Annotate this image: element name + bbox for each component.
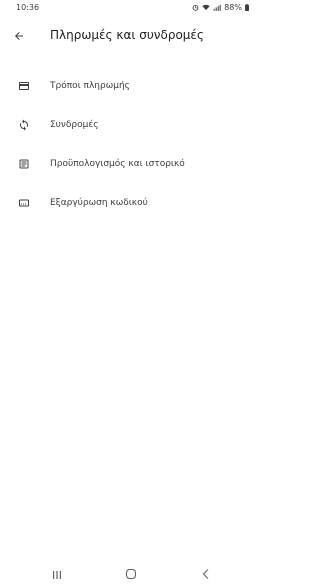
credit-card-icon	[17, 79, 31, 93]
page-title: Πληρωμές και συνδρομές	[50, 28, 204, 42]
menu-item-label: Προϋπολογισμός και ιστορικό	[50, 158, 185, 169]
system-back-button[interactable]	[198, 567, 214, 581]
code-card-icon	[17, 196, 31, 210]
home-icon	[125, 565, 137, 584]
menu-item-label: Εξαργύρωση κωδικού	[50, 197, 148, 208]
wifi-icon	[202, 4, 210, 11]
menu-item-label: Τρόποι πληρωμής	[50, 80, 130, 91]
menu-item-label: Συνδρομές	[50, 119, 99, 130]
recents-icon	[51, 565, 63, 584]
menu-item-subscriptions[interactable]: Συνδρομές	[0, 105, 264, 144]
payments-menu: Τρόποι πληρωμής Συνδρομές Προϋπολογισμός…	[0, 66, 264, 222]
back-button[interactable]	[10, 27, 28, 45]
system-nav-bar	[0, 560, 264, 588]
signal-icon	[213, 4, 221, 11]
battery-icon	[245, 4, 249, 11]
list-document-icon	[17, 157, 31, 171]
status-icons: 88%	[192, 3, 249, 12]
battery-level: 88%	[224, 3, 242, 12]
recents-button[interactable]	[49, 567, 65, 581]
arrow-left-icon	[13, 27, 25, 46]
menu-item-redeem-code[interactable]: Εξαργύρωση κωδικού	[0, 183, 264, 222]
sync-icon	[17, 118, 31, 132]
status-time: 10:36	[16, 3, 40, 12]
menu-item-budget-history[interactable]: Προϋπολογισμός και ιστορικό	[0, 144, 264, 183]
status-bar: 10:36 88%	[0, 0, 264, 16]
app-bar: Πληρωμές και συνδρομές	[0, 22, 264, 50]
back-chevron-icon	[201, 565, 211, 584]
menu-item-payment-methods[interactable]: Τρόποι πληρωμής	[0, 66, 264, 105]
home-button[interactable]	[123, 567, 139, 581]
alarm-icon	[192, 4, 199, 11]
